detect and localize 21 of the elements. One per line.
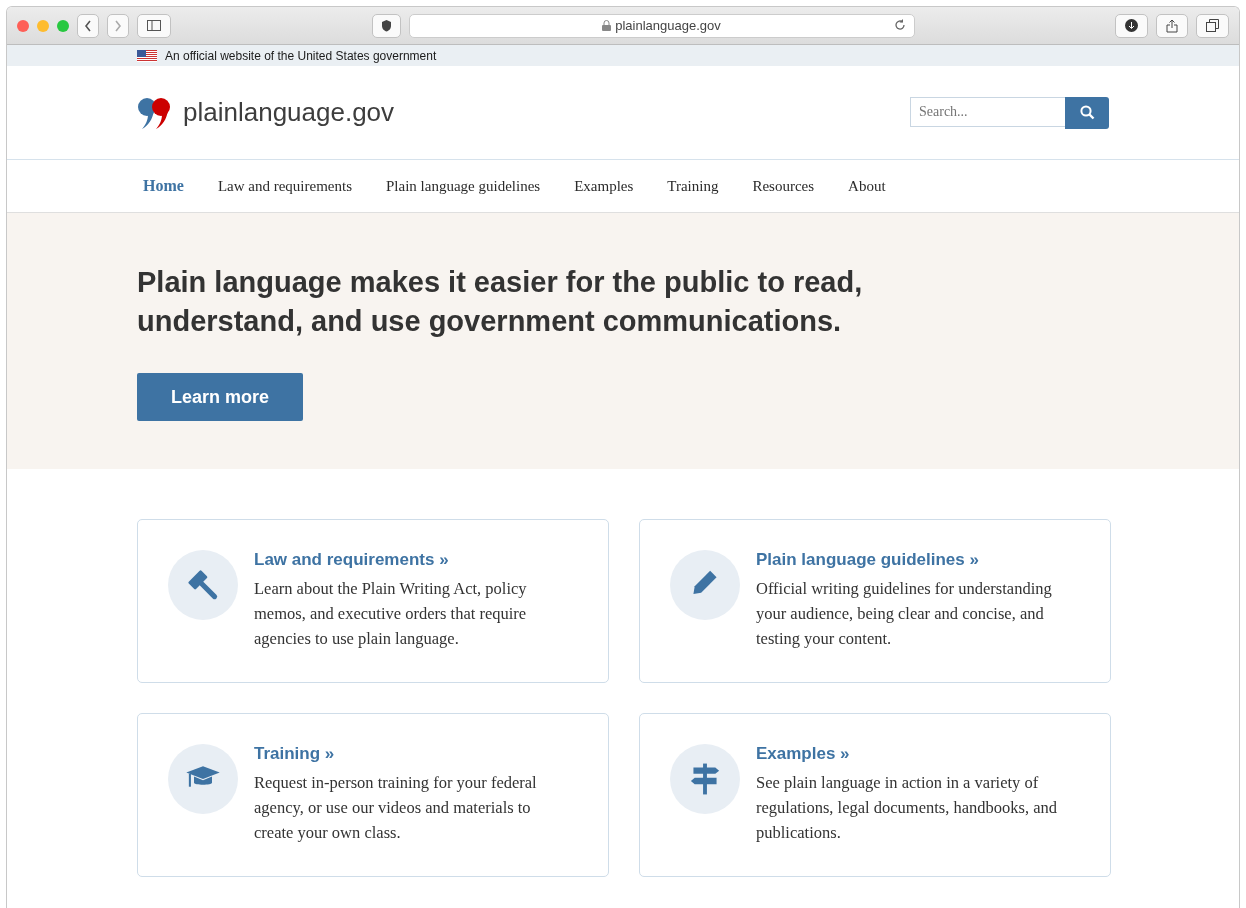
card-title-link[interactable]: Training » bbox=[254, 744, 572, 764]
card-title-link[interactable]: Plain language guidelines » bbox=[756, 550, 1074, 570]
nav-link[interactable]: About bbox=[848, 177, 886, 195]
official-website-text: An official website of the United States government bbox=[165, 48, 437, 63]
card-description: Request in-person training for your federal agency, or use our videos and materials to create your own class. bbox=[254, 772, 538, 844]
card-title-link[interactable]: Examples » bbox=[756, 744, 1074, 764]
search-field[interactable]: Search... bbox=[910, 96, 1065, 127]
hero-headline: Plain language makes it easier for the public to read, understand, and use government communications. bbox=[137, 265, 864, 339]
card-description: Learn about the Plain Writing Act, policy memos, and executive orders that require agencies to use plain language. bbox=[254, 578, 528, 650]
nav-link[interactable]: Resources bbox=[752, 177, 815, 195]
card-title-link[interactable]: Law and requirements » bbox=[254, 550, 572, 570]
nav-link[interactable]: Home bbox=[143, 177, 184, 195]
learn-more-button[interactable]: Learn more bbox=[137, 373, 303, 421]
site-name[interactable]: plainlanguage.gov bbox=[183, 97, 395, 128]
card-description: Official writing guidelines for understanding your audience, being clear and concise, and testing your content. bbox=[756, 578, 1053, 650]
nav-link[interactable]: Training bbox=[667, 177, 719, 195]
address-bar[interactable]: plainlanguage.gov bbox=[408, 13, 915, 38]
nav-link[interactable]: Examples bbox=[574, 177, 634, 195]
card-description: See plain language in action in a variety of regulations, legal documents, handbooks, and publications. bbox=[756, 772, 1059, 844]
nav-link[interactable]: Law and requirements bbox=[217, 177, 352, 195]
nav-link[interactable]: Plain language guidelines bbox=[386, 177, 541, 195]
